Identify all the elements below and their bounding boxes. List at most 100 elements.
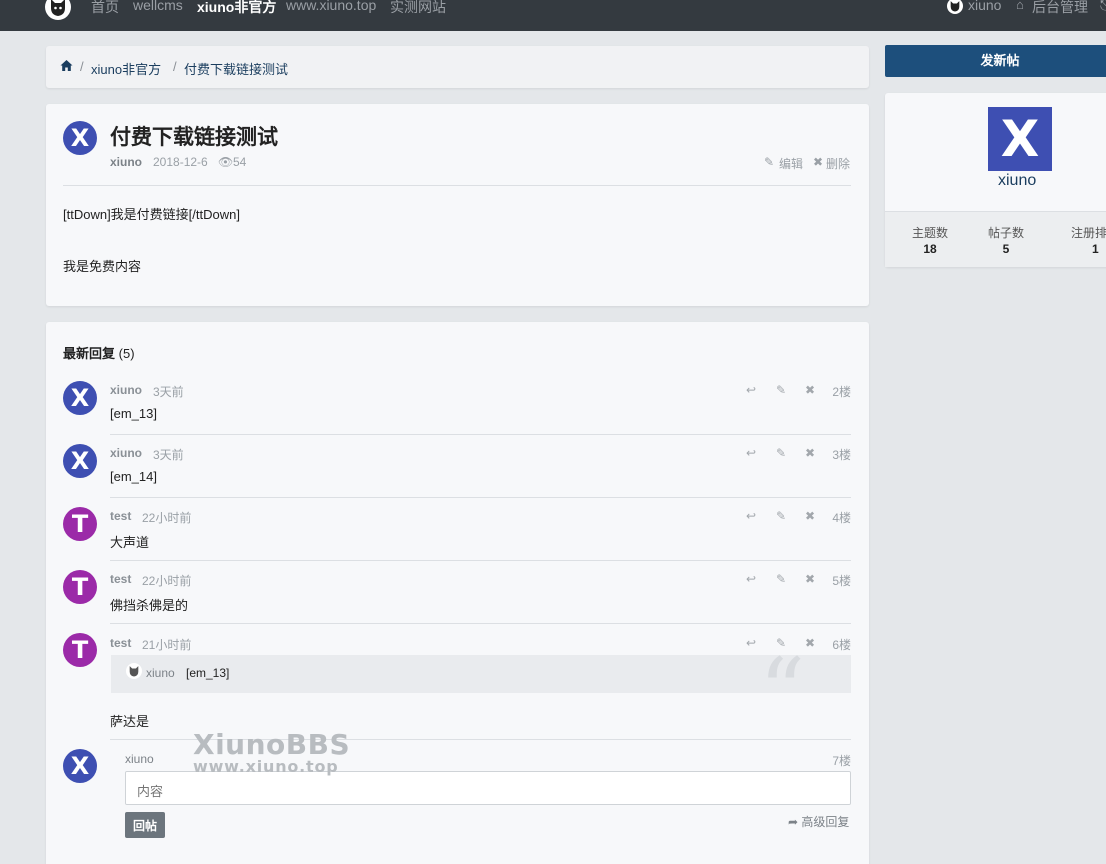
divider: [63, 185, 851, 186]
replies-card: 最新回复 (5) X xiuno 3天前 ↩ ✎ ✖ 2楼 [em_13] X …: [46, 322, 869, 864]
form-user: xiuno: [125, 752, 154, 766]
quote-user: xiuno: [146, 666, 175, 680]
logout-icon[interactable]: ⎋: [1100, 0, 1106, 14]
nav-user[interactable]: xiuno: [968, 0, 1001, 13]
nav-xiuno-top[interactable]: www.xiuno.top: [286, 0, 376, 13]
user-card-avatar[interactable]: X: [988, 107, 1052, 171]
reply-floor: 5楼: [832, 574, 851, 588]
divider: [110, 434, 851, 435]
reply-quote-icon[interactable]: ↩: [746, 383, 756, 397]
nav-home[interactable]: 首页: [91, 0, 119, 17]
reply-avatar[interactable]: X: [63, 381, 97, 415]
reply-avatar[interactable]: T: [63, 507, 97, 541]
reply-floor: 2楼: [832, 385, 851, 399]
thread-content-line: 我是免费内容: [63, 259, 142, 274]
reply-input[interactable]: [125, 771, 851, 805]
reply-delete-icon[interactable]: ✖: [805, 446, 815, 460]
reply-time: 3天前: [153, 448, 184, 462]
quote-block: xiuno [em_13] “: [111, 655, 851, 693]
reply-edit-icon[interactable]: ✎: [776, 446, 786, 460]
breadcrumb: / xiuno非官方 / 付费下载链接测试: [46, 46, 869, 88]
breadcrumb-separator: /: [80, 59, 84, 74]
reply-content: [em_14]: [110, 469, 157, 484]
delete-button[interactable]: 删除: [826, 155, 850, 172]
reply-floor: 6楼: [832, 638, 851, 652]
reply-avatar[interactable]: X: [63, 444, 97, 478]
reply-content: 佛挡杀佛是的: [110, 598, 189, 613]
stat-label: 帖子数: [988, 226, 1025, 240]
user-card: X xiuno 主题数 18 帖子数 5 注册排名 1: [885, 93, 1106, 267]
nav-test-site[interactable]: 实测网站: [390, 0, 446, 17]
new-thread-button[interactable]: 发新帖: [885, 45, 1106, 77]
reply-user[interactable]: test: [110, 636, 131, 650]
reply-content: 萨达是: [110, 714, 150, 729]
reply-time: 22小时前: [142, 574, 192, 588]
reply-quote-icon[interactable]: ↩: [746, 636, 756, 650]
delete-icon[interactable]: ✖: [813, 155, 823, 169]
stat-value: 5: [1002, 242, 1010, 256]
reply-quote-icon[interactable]: ↩: [746, 446, 756, 460]
author-avatar[interactable]: X: [63, 121, 97, 155]
reply-content: 大声道: [110, 535, 150, 550]
nav-wellcms[interactable]: wellcms: [133, 0, 183, 13]
replies-count: (5): [118, 346, 135, 361]
reply-edit-icon[interactable]: ✎: [776, 572, 786, 586]
reply-delete-icon[interactable]: ✖: [805, 383, 815, 397]
reply-delete-icon[interactable]: ✖: [805, 509, 815, 523]
stat-value: 1: [1092, 242, 1099, 256]
divider: [110, 497, 851, 498]
divider: [110, 560, 851, 561]
home-icon: ⌂: [1016, 0, 1024, 12]
reply-quote-icon[interactable]: ↩: [746, 572, 756, 586]
reply-user[interactable]: xiuno: [110, 383, 142, 397]
reply-delete-icon[interactable]: ✖: [805, 636, 815, 650]
stat-label: 注册排名: [1071, 226, 1106, 240]
nav-xiuno-unofficial[interactable]: xiuno非官方: [197, 0, 276, 17]
quote-text: [em_13]: [186, 666, 230, 680]
watermark: XiunoBBS www.xiuno.top: [193, 728, 351, 776]
thread-content-line: [ttDown]我是付费链接[/ttDown]: [63, 207, 240, 222]
eye-icon: 👁: [218, 155, 234, 169]
stat-label: 主题数: [912, 226, 949, 240]
reply-avatar[interactable]: T: [63, 570, 97, 604]
breadcrumb-thread[interactable]: 付费下载链接测试: [184, 59, 288, 78]
site-logo-icon[interactable]: [45, 0, 71, 20]
reply-time: 21小时前: [142, 638, 192, 652]
user-avatar-icon[interactable]: [947, 0, 963, 14]
form-floor: 7楼: [832, 754, 851, 768]
reply-user[interactable]: test: [110, 572, 131, 586]
breadcrumb-forum[interactable]: xiuno非官方: [91, 59, 161, 78]
reply-submit-button[interactable]: 回帖: [125, 812, 165, 838]
reply-user[interactable]: test: [110, 509, 131, 523]
thread-card: X 付费下载链接测试 xiuno 2018-12-6 👁 54 ✎ 编辑 ✖ 删…: [46, 104, 869, 306]
reply-content: [em_13]: [110, 406, 157, 421]
breadcrumb-separator: /: [173, 59, 177, 74]
edit-icon[interactable]: ✎: [764, 155, 774, 169]
reply-delete-icon[interactable]: ✖: [805, 572, 815, 586]
quote-avatar-icon: [126, 663, 142, 679]
reply-quote-icon[interactable]: ↩: [746, 509, 756, 523]
thread-views: 54: [233, 155, 247, 169]
reply-edit-icon[interactable]: ✎: [776, 383, 786, 397]
top-navbar: 首页 wellcms xiuno非官方 www.xiuno.top 实测网站 x…: [0, 0, 1106, 31]
form-avatar[interactable]: X: [63, 749, 97, 783]
user-card-name[interactable]: xiuno: [998, 172, 1036, 190]
home-icon[interactable]: [60, 59, 73, 72]
nav-admin[interactable]: 后台管理: [1032, 0, 1088, 17]
share-icon: ➦: [788, 815, 799, 829]
edit-button[interactable]: 编辑: [779, 155, 803, 172]
stat-value: 18: [923, 242, 937, 256]
reply-floor: 4楼: [832, 511, 851, 525]
reply-user[interactable]: xiuno: [110, 446, 142, 460]
divider: [110, 623, 851, 624]
reply-edit-icon[interactable]: ✎: [776, 636, 786, 650]
reply-time: 3天前: [153, 385, 184, 399]
user-stats: 主题数 18 帖子数 5 注册排名 1: [885, 211, 1106, 267]
reply-edit-icon[interactable]: ✎: [776, 509, 786, 523]
thread-title: 付费下载链接测试: [110, 126, 278, 149]
thread-author[interactable]: xiuno: [110, 155, 142, 169]
quote-mark-icon: “: [759, 655, 805, 693]
advanced-reply-link[interactable]: ➦ 高级回复: [788, 813, 849, 830]
reply-floor: 3楼: [832, 448, 851, 462]
reply-avatar[interactable]: T: [63, 633, 97, 667]
